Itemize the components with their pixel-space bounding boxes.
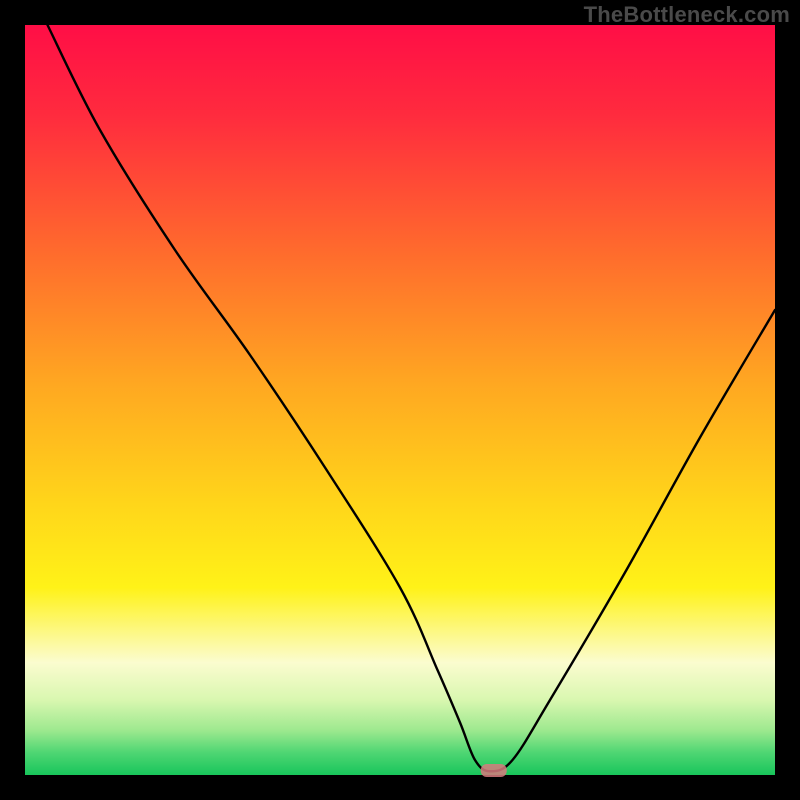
optimal-marker: [481, 764, 507, 777]
chart-container: TheBottleneck.com: [0, 0, 800, 800]
bottleneck-chart: [0, 0, 800, 800]
watermark-label: TheBottleneck.com: [584, 2, 790, 28]
plot-background: [25, 25, 775, 775]
